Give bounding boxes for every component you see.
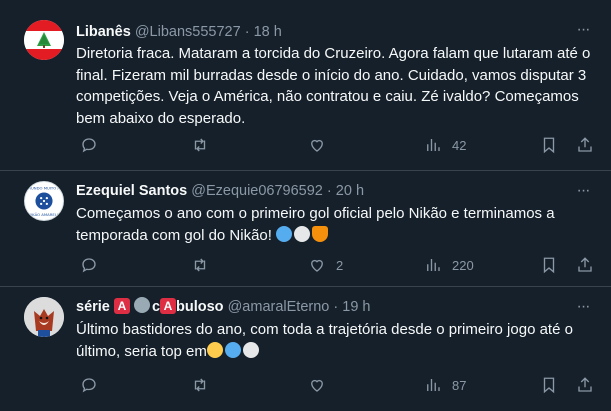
avatar[interactable] [24,297,64,337]
tweet-header: série A c Abuloso @amaralEterno · 19 h [76,297,571,317]
tweet[interactable]: série A c Abuloso @amaralEterno · 19 h ··… [0,287,611,411]
share-icon [578,137,592,152]
bookmark-icon [543,137,555,154]
tweet-text: Último bastidores do ano, com toda a tra… [76,321,573,360]
bookmark-icon [543,377,555,394]
name-part: c [151,299,161,315]
bookmark-icon [543,257,555,274]
heart-icon [311,139,323,152]
separator: · [326,183,332,199]
fox-mascot-icon [24,297,64,337]
separator: · [244,24,250,40]
like-button[interactable] [308,374,336,396]
timestamp[interactable]: 18 h [254,24,282,40]
views-chart-icon [427,259,440,271]
share-icon [578,377,592,392]
retweet-icon [194,138,206,152]
tweet-actions: 42 [76,134,599,158]
tweet-header: Libanês @Libans555727 · 18 h [76,22,571,42]
views-button[interactable]: 87 [424,374,466,396]
share-button[interactable] [576,254,594,276]
like-button[interactable] [308,134,336,156]
tweet-text-container: Último bastidores do ano, com toda a tra… [76,319,597,362]
reply-icon [82,138,96,153]
white-circle-emoji-icon [294,225,311,242]
wolf-emoji-icon [133,297,150,313]
white-circle-emoji-icon [242,341,259,358]
reply-button[interactable] [80,134,108,156]
timestamp[interactable]: 19 h [342,299,370,315]
user-handle[interactable]: @amaralEterno [228,299,330,315]
display-name[interactable]: Ezequiel Santos [76,183,187,199]
user-handle[interactable]: @Ezequie06796592 [191,183,323,199]
svg-text:UM MUNDO MUITO AZUL: UM MUNDO MUITO AZUL [25,186,63,191]
more-options-icon[interactable]: ··· [573,20,593,40]
letter-a-badge: A [113,298,130,314]
views-chart-icon [427,139,440,151]
bookmark-button[interactable] [540,254,558,276]
name-part: buloso [176,299,224,315]
avatar[interactable]: UM MUNDO MUITO AZUL NIKÃO AMARELO [24,181,64,221]
like-button[interactable]: 2 [308,254,343,276]
share-button[interactable] [576,134,594,156]
more-options-icon[interactable]: ··· [573,297,593,317]
like-count: 2 [336,257,344,273]
bookmark-button[interactable] [540,134,558,156]
retweet-button[interactable] [191,134,219,156]
heart-eyes-emoji-icon [206,341,223,358]
reply-button[interactable] [80,374,108,396]
tweet-text: Diretoria fraca. Mataram a torcida do Cr… [76,45,591,127]
user-handle[interactable]: @Libans555727 [135,24,241,40]
reply-button[interactable] [80,254,108,276]
display-name[interactable]: série A c Abuloso [76,297,228,315]
blue-circle-emoji-icon [224,341,241,358]
views-count: 42 [452,137,467,153]
share-icon [578,257,592,272]
views-count: 220 [452,257,474,273]
letter-a-badge: A [160,298,177,314]
tweet-actions: 87 [76,374,599,398]
cruzeiro-badge-icon: UM MUNDO MUITO AZUL NIKÃO AMARELO [25,182,63,220]
tweet-header: Ezequiel Santos @Ezequie06796592 · 20 h [76,181,571,201]
views-chart-icon [427,379,440,391]
heart-icon [311,379,323,392]
tweet-actions: 2 220 [76,254,599,278]
tweet-text-container: Começamos o ano com o primeiro gol ofici… [76,203,597,246]
heart-icon [311,259,323,272]
tweet[interactable]: Libanês @Libans555727 · 18 h ··· Diretor… [0,0,611,171]
views-button[interactable]: 220 [424,254,474,276]
retweet-button[interactable] [191,374,219,396]
more-options-icon[interactable]: ··· [573,181,593,201]
bookmark-button[interactable] [540,374,558,396]
blue-circle-emoji-icon [276,225,293,242]
reply-icon [82,258,96,273]
reply-icon [82,378,96,393]
views-count: 87 [452,377,467,393]
fox-emoji-icon [312,225,329,242]
svg-text:NIKÃO AMARELO: NIKÃO AMARELO [28,212,60,217]
retweet-icon [194,258,206,272]
lebanon-flag-icon [24,20,64,60]
avatar[interactable] [24,20,64,60]
views-button[interactable]: 42 [424,134,466,156]
retweet-button[interactable] [191,254,219,276]
separator: · [333,299,339,315]
name-part: série [76,299,110,315]
tweet[interactable]: UM MUNDO MUITO AZUL NIKÃO AMARELO Ezequi… [0,171,611,287]
timestamp[interactable]: 20 h [336,183,364,199]
share-button[interactable] [576,374,594,396]
display-name[interactable]: Libanês [76,24,131,40]
timeline: Libanês @Libans555727 · 18 h ··· Diretor… [0,0,611,411]
retweet-icon [194,378,206,392]
